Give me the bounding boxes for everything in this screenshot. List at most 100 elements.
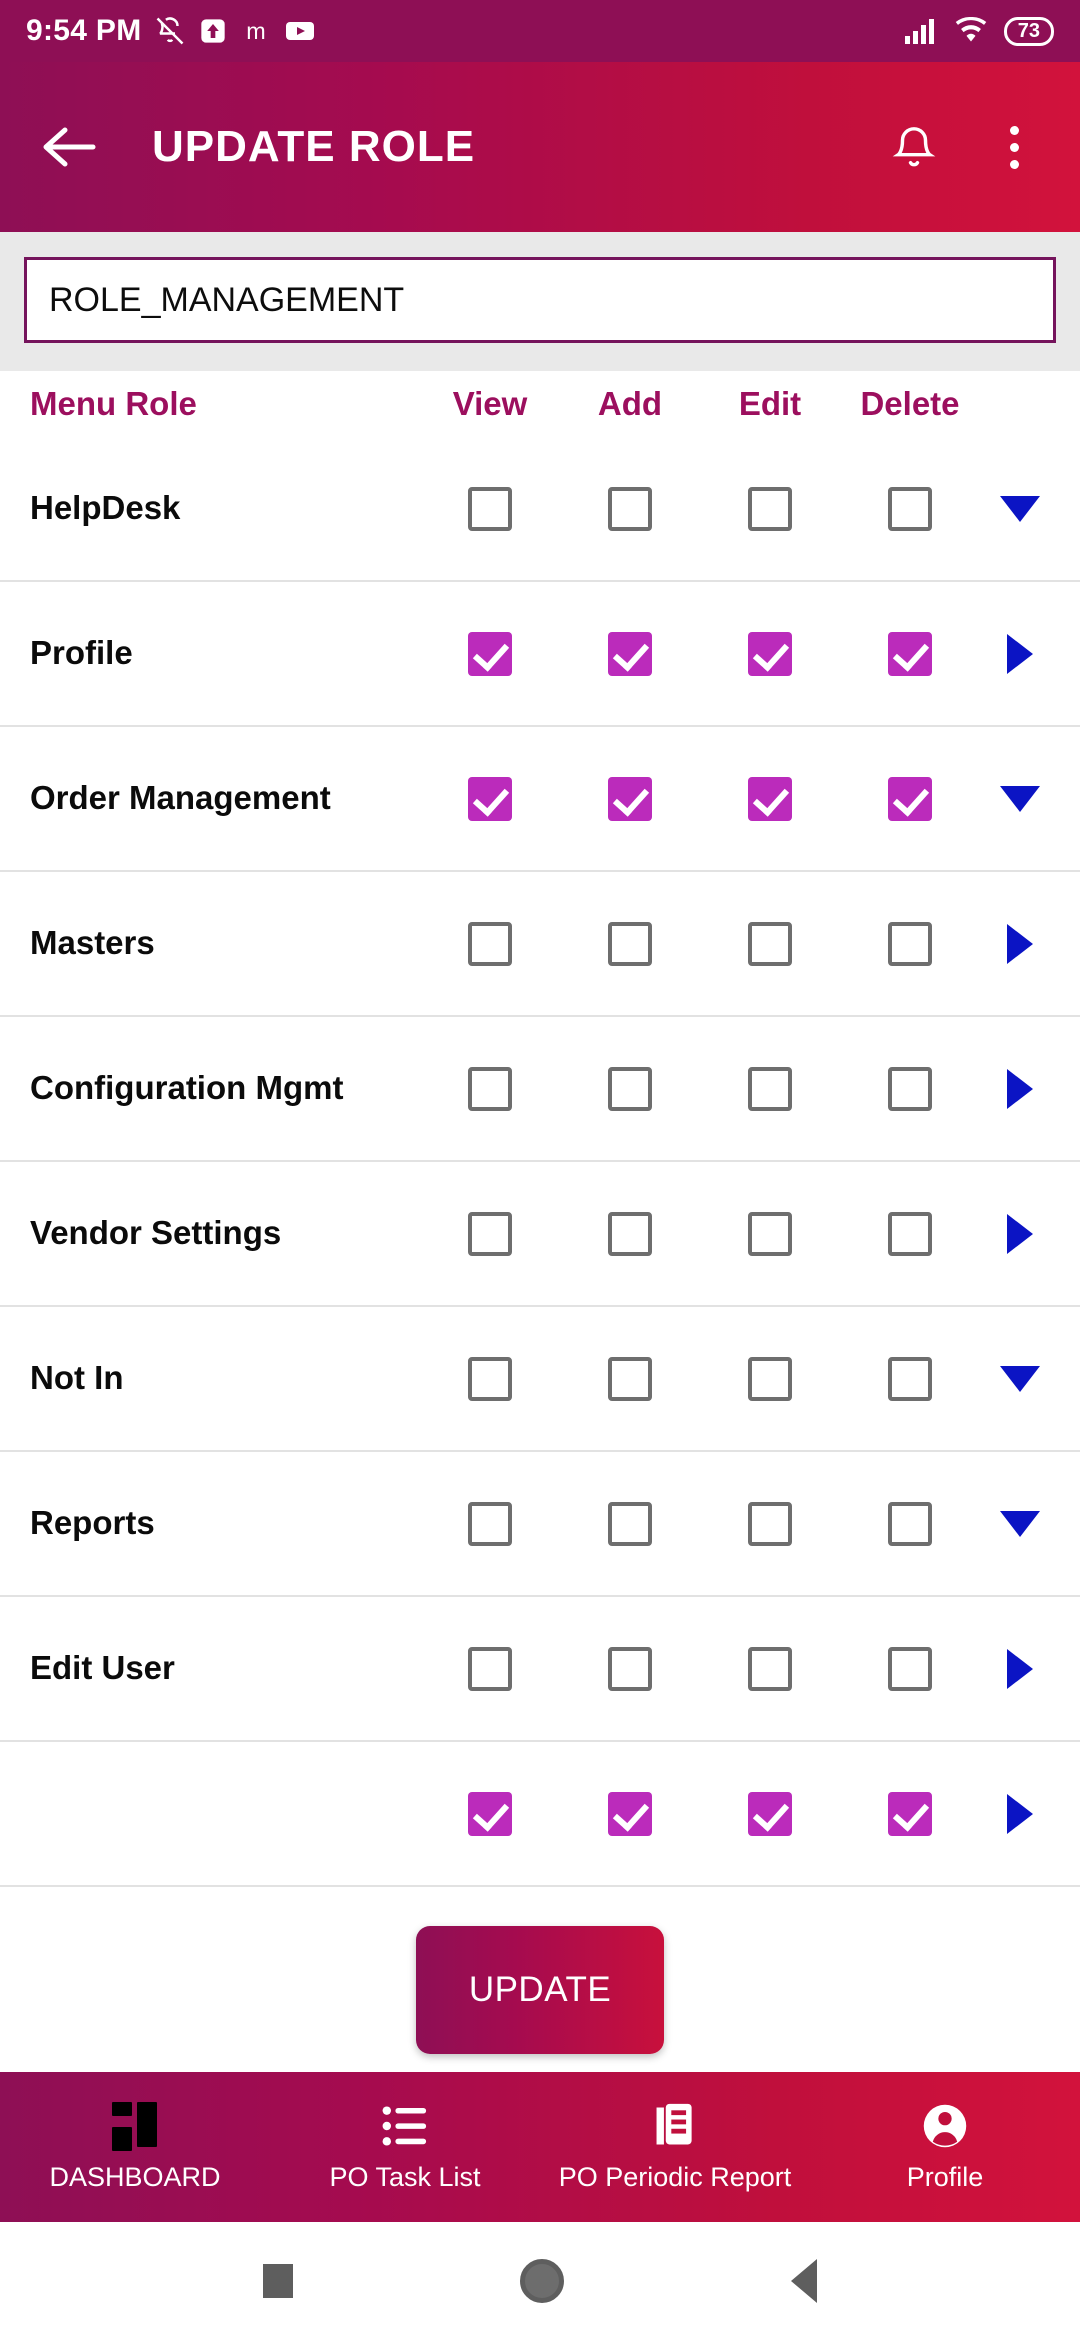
checkbox-delete[interactable] [888,1356,932,1401]
nav-item-dashboard[interactable]: DASHBOARD [0,2101,270,2193]
row-label: HelpDesk [30,489,181,527]
checkbox-add[interactable] [608,1646,652,1691]
home-circle-icon[interactable] [519,2259,564,2303]
checkbox-add[interactable] [608,1501,652,1546]
recents-square-icon[interactable] [263,2264,294,2298]
chevron-down-icon [1000,785,1040,812]
cell-view [420,1791,560,1836]
checkbox-view[interactable] [468,486,512,531]
checkbox-add[interactable] [608,1066,652,1111]
checkbox-add[interactable] [608,921,652,966]
cell-view [420,631,560,676]
checkbox-edit[interactable] [748,921,792,966]
permissions-table[interactable]: HelpDesk Profile Order Management Masters Co… [0,437,1080,2072]
checkbox-delete[interactable] [888,776,932,821]
checkbox-view[interactable] [468,921,512,966]
more-vertical-icon[interactable] [982,112,1046,182]
checkbox-edit[interactable] [748,776,792,821]
checkbox-view[interactable] [468,1211,512,1256]
table-row[interactable] [0,1742,1080,1887]
cell-delete [840,1646,980,1691]
cell-edit [700,1646,840,1691]
role-field-zone: ROLE_MANAGEMENT [0,232,1080,371]
cell-edit [700,1791,840,1836]
cell-delete [840,1356,980,1401]
table-row[interactable]: Masters [0,872,1080,1017]
checkbox-view[interactable] [468,1356,512,1401]
cell-add [560,1356,700,1401]
checkbox-add[interactable] [608,631,652,676]
table-row[interactable]: Reports [0,1452,1080,1597]
cell-delete [840,776,980,821]
checkbox-view[interactable] [468,631,512,676]
checkbox-view[interactable] [468,1501,512,1546]
checkbox-add[interactable] [608,1356,652,1401]
checkbox-delete[interactable] [888,1501,932,1546]
nav-item-po-periodic-report[interactable]: PO Periodic Report [540,2102,810,2193]
bell-off-icon [155,16,185,46]
checkbox-delete[interactable] [888,921,932,966]
table-row[interactable]: Profile [0,582,1080,727]
table-row[interactable]: Not In [0,1307,1080,1452]
cell-add [560,486,700,531]
checkbox-edit[interactable] [748,631,792,676]
checkbox-delete[interactable] [888,1791,932,1836]
checkbox-add[interactable] [608,776,652,821]
checkbox-edit[interactable] [748,1791,792,1836]
expand-toggle[interactable] [980,1068,1060,1109]
checkbox-delete[interactable] [888,1066,932,1111]
checkbox-add[interactable] [608,1791,652,1836]
cell-edit [700,486,840,531]
nav-item-po-task-list[interactable]: PO Task List [270,2102,540,2193]
status-bar-right: 73 [904,16,1054,46]
checkbox-add[interactable] [608,1211,652,1256]
expand-toggle[interactable] [980,495,1060,522]
checkbox-delete[interactable] [888,1211,932,1256]
table-row[interactable]: Order Management [0,727,1080,872]
checkbox-edit[interactable] [748,1211,792,1256]
expand-toggle[interactable] [980,923,1060,964]
checkbox-delete[interactable] [888,631,932,676]
expand-toggle[interactable] [980,1648,1060,1689]
bell-icon[interactable] [882,112,946,182]
cell-add [560,1646,700,1691]
battery-level: 73 [1003,16,1054,46]
table-row[interactable]: Vendor Settings [0,1162,1080,1307]
more-dot [1009,125,1019,135]
expand-toggle[interactable] [980,633,1060,674]
role-name-input[interactable]: ROLE_MANAGEMENT [24,257,1056,343]
back-triangle-icon[interactable] [790,2259,817,2303]
column-header-add: Add [597,385,663,422]
checkbox-view[interactable] [468,776,512,821]
checkbox-view[interactable] [468,1066,512,1111]
chevron-down-icon [1000,1510,1040,1537]
row-label: Not In [30,1359,124,1397]
checkbox-edit[interactable] [748,1066,792,1111]
table-row[interactable]: Configuration Mgmt [0,1017,1080,1162]
table-row[interactable]: Edit User [0,1597,1080,1742]
nav-item-profile[interactable]: Profile [810,2102,1080,2193]
checkbox-view[interactable] [468,1791,512,1836]
back-arrow-icon[interactable] [30,108,108,186]
expand-toggle[interactable] [980,1365,1060,1392]
expand-toggle[interactable] [980,785,1060,812]
chevron-down-icon [1000,495,1040,522]
checkbox-edit[interactable] [748,486,792,531]
checkbox-delete[interactable] [888,1646,932,1691]
bottom-navigation-bar[interactable]: DASHBOARD PO Task List PO Periodic Report P… [0,2072,1080,2222]
checkbox-edit[interactable] [748,1501,792,1546]
row-label: Vendor Settings [30,1214,282,1252]
app-bar: UPDATE ROLE [0,62,1080,232]
expand-toggle[interactable] [980,1793,1060,1834]
expand-toggle[interactable] [980,1213,1060,1254]
expand-toggle[interactable] [980,1510,1060,1537]
update-button[interactable]: UPDATE [416,1926,664,2054]
cell-add [560,776,700,821]
checkbox-add[interactable] [608,486,652,531]
checkbox-delete[interactable] [888,486,932,531]
checkbox-view[interactable] [468,1646,512,1691]
checkbox-edit[interactable] [748,1356,792,1401]
table-row[interactable]: HelpDesk [0,437,1080,582]
checkbox-edit[interactable] [748,1646,792,1691]
cell-delete [840,1501,980,1546]
